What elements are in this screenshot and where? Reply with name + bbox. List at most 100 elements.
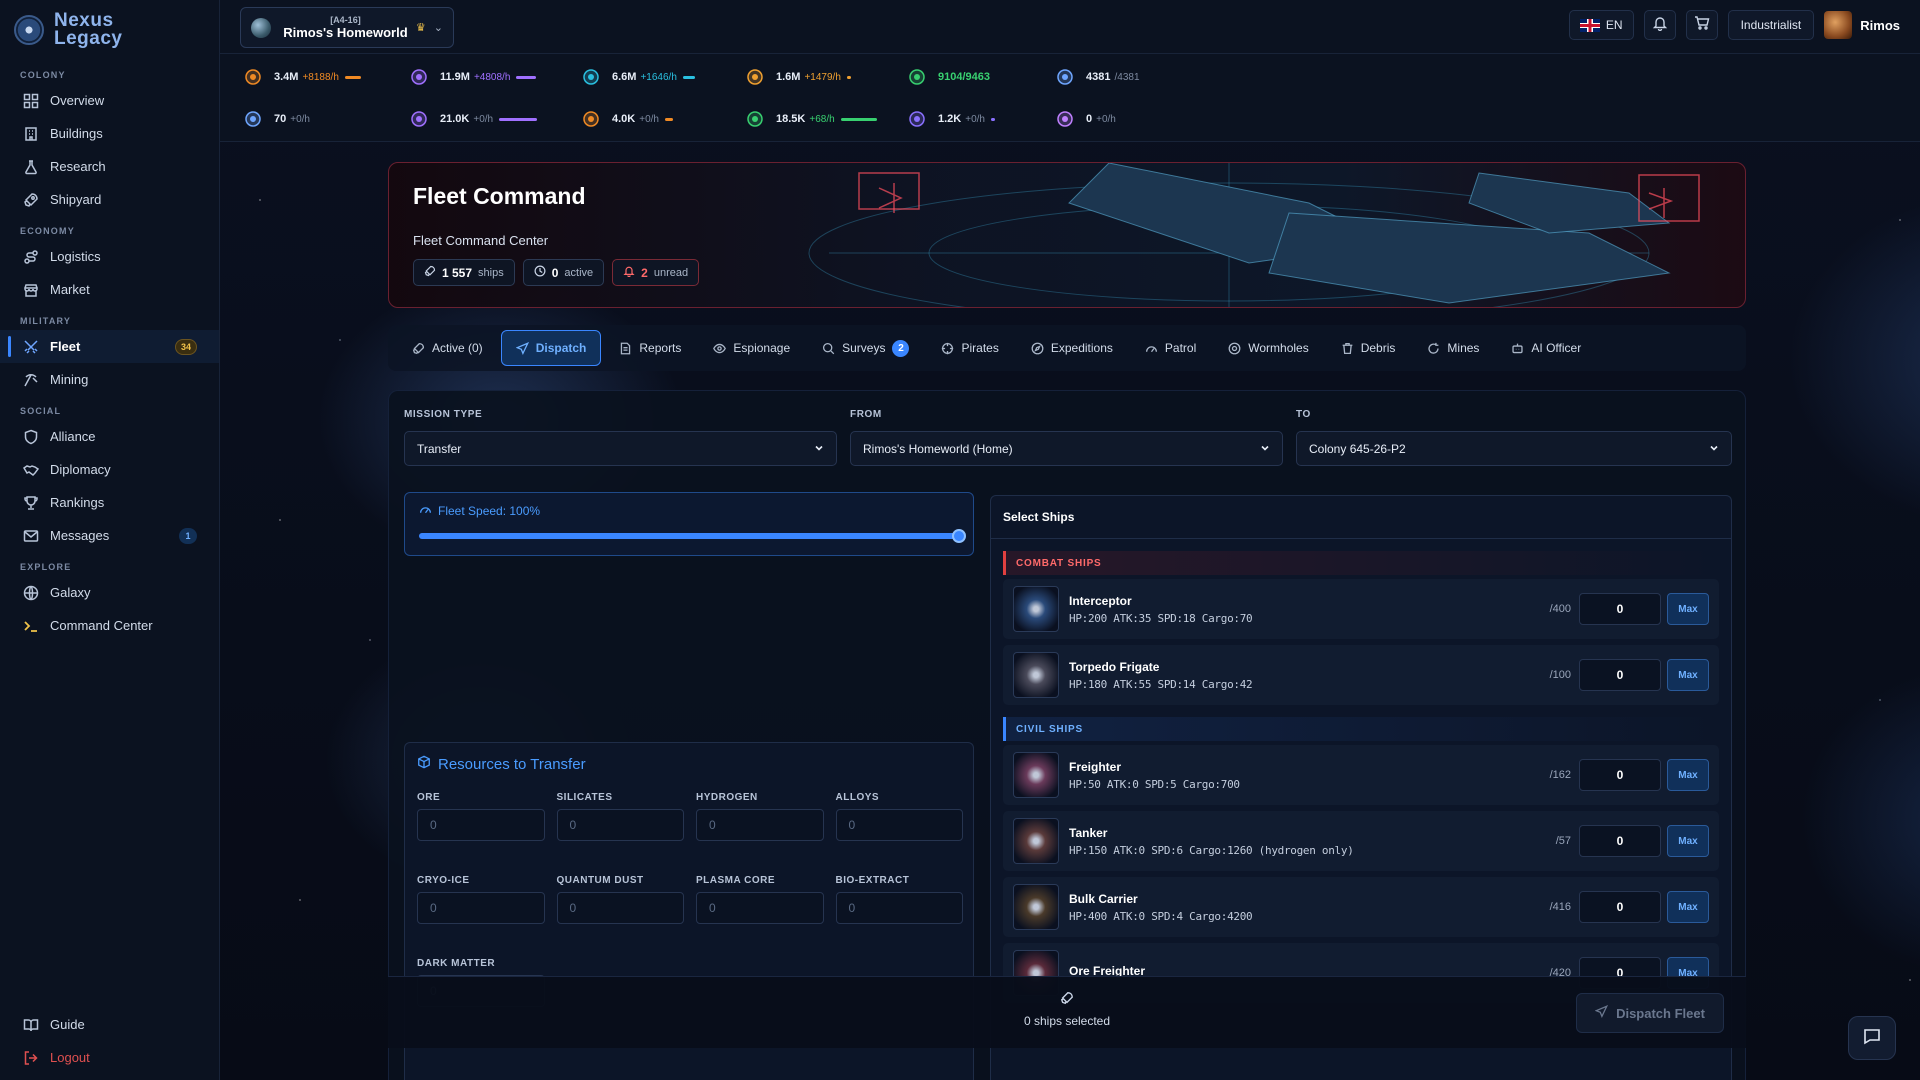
ore-icon	[242, 66, 264, 88]
notifications-button[interactable]	[1643, 10, 1676, 40]
unread-reports-chip[interactable]: 2 unread	[612, 259, 700, 286]
cryo-ice-input[interactable]: 0	[417, 892, 545, 924]
tab-surveys[interactable]: Surveys 2	[808, 330, 923, 366]
bio-extract-input[interactable]: 0	[835, 892, 963, 924]
sidebar-item-buildings[interactable]: Buildings	[0, 117, 219, 150]
from-select[interactable]: Rimos's Homeworld (Home)	[850, 431, 1283, 466]
ship-quantity-input[interactable]: 0	[1579, 593, 1661, 625]
alloys-input[interactable]: 0	[835, 809, 963, 841]
sidebar-item-messages[interactable]: Messages 1	[0, 519, 219, 552]
sidebar-item-galaxy[interactable]: Galaxy	[0, 576, 219, 609]
resource-field-silicates: SILICATES 0	[556, 785, 684, 868]
sidebar-item-logout[interactable]: Logout	[0, 1041, 219, 1074]
sidebar-item-mining[interactable]: Mining	[0, 363, 219, 396]
plasma-core-input[interactable]: 0	[696, 892, 824, 924]
tab-ai-officer[interactable]: AI Officer	[1497, 330, 1595, 366]
sidebar-item-diplomacy[interactable]: Diplomacy	[0, 453, 219, 486]
chat-button[interactable]	[1848, 1016, 1896, 1060]
sidebar-item-research[interactable]: Research	[0, 150, 219, 183]
resource-population[interactable]: 4381/4381	[1054, 65, 1146, 89]
tab-active[interactable]: Active (0)	[398, 330, 497, 366]
tab-mines[interactable]: Mines	[1413, 330, 1493, 366]
handshake-icon	[22, 461, 40, 479]
fleet-speed-slider[interactable]	[419, 529, 966, 543]
nav-section-explore: EXPLORE	[20, 562, 72, 572]
planet-selector[interactable]: [A4-16] Rimos's Homeworld ♛ ⌄	[240, 7, 454, 48]
globe-icon	[22, 584, 40, 602]
rocket-icon	[22, 191, 40, 209]
ship-quantity-input[interactable]: 0	[1579, 759, 1661, 791]
resource-dark-matter[interactable]: 1.2K +0/h	[906, 107, 995, 131]
silicates-input[interactable]: 0	[556, 809, 684, 841]
nav-section-economy: ECONOMY	[20, 226, 75, 236]
sidebar-item-logistics[interactable]: Logistics	[0, 240, 219, 273]
pickaxe-icon	[22, 371, 40, 389]
rank-title-button[interactable]: Industrialist	[1727, 10, 1815, 40]
resource-field-hydrogen: HYDROGEN 0	[696, 785, 824, 868]
username: Rimos	[1860, 17, 1900, 33]
resource-alloys[interactable]: 1.6M +1479/h	[744, 65, 851, 89]
sidebar-item-overview[interactable]: Overview	[0, 84, 219, 117]
tab-label: Expeditions	[1050, 341, 1113, 355]
resource-hydrogen[interactable]: 6.6M +1646/h	[580, 65, 695, 89]
tab-label: Debris	[1360, 341, 1396, 355]
max-button[interactable]: Max	[1667, 593, 1709, 625]
to-select[interactable]: Colony 645-26-P2	[1296, 431, 1732, 466]
resource-bio-extract[interactable]: 18.5K +68/h	[744, 107, 877, 131]
sidebar-item-label: Alliance	[50, 429, 96, 444]
tab-pirates[interactable]: Pirates	[927, 330, 1012, 366]
ships-selected-count: 0 ships selected	[1023, 1014, 1111, 1028]
resource-plasma-core[interactable]: 4.0K +0/h	[580, 107, 673, 131]
resource-ore[interactable]: 3.4M +8188/h	[242, 65, 361, 89]
tab-debris[interactable]: Debris	[1327, 330, 1410, 366]
tab-dispatch[interactable]: Dispatch	[500, 330, 602, 366]
from-value: Rimos's Homeworld (Home)	[863, 441, 1013, 456]
resource-rate: +8188/h	[302, 71, 339, 83]
resource-storage-bar	[516, 75, 537, 79]
tab-patrol[interactable]: Patrol	[1131, 330, 1210, 366]
tab-label: Pirates	[961, 341, 999, 355]
app-logo[interactable]: Nexus Legacy	[0, 0, 219, 60]
sidebar-item-rankings[interactable]: Rankings	[0, 486, 219, 519]
ship-quantity-input[interactable]: 0	[1579, 891, 1661, 923]
hydrogen-input[interactable]: 0	[696, 809, 824, 841]
sidebar-item-fleet[interactable]: Fleet 34	[0, 330, 219, 363]
max-button[interactable]: Max	[1667, 825, 1709, 857]
page-title: Fleet Command	[413, 183, 586, 209]
resource-cryo-ice[interactable]: 70 +0/h	[242, 107, 316, 131]
resource-exotic[interactable]: 0 +0/h	[1054, 107, 1122, 131]
tab-label: Dispatch	[535, 341, 587, 355]
dispatch-fleet-label: Dispatch Fleet	[1616, 1005, 1705, 1021]
resource-quantum-dust[interactable]: 21.0K +0/h	[408, 107, 538, 131]
dispatch-fleet-button[interactable]: Dispatch Fleet	[1576, 993, 1724, 1033]
sidebar-item-shipyard[interactable]: Shipyard	[0, 183, 219, 216]
user-menu[interactable]: Rimos	[1824, 11, 1900, 39]
sidebar-item-label: Market	[50, 282, 90, 297]
resource-amount: 3.4M	[274, 71, 299, 83]
tab-reports[interactable]: Reports	[605, 330, 695, 366]
tab-wormholes[interactable]: Wormholes	[1214, 330, 1322, 366]
sidebar-item-market[interactable]: Market	[0, 273, 219, 306]
resource-silicates[interactable]: 11.9M +4808/h	[408, 65, 537, 89]
sidebar-item-command-center[interactable]: Command Center	[0, 609, 219, 642]
logo-emblem-icon	[14, 15, 44, 45]
fleet-tabs: Active (0) Dispatch Reports Espionage Su…	[388, 325, 1746, 371]
max-button[interactable]: Max	[1667, 891, 1709, 923]
max-button[interactable]: Max	[1667, 659, 1709, 691]
ship-quantity-input[interactable]: 0	[1579, 659, 1661, 691]
mission-type-select[interactable]: Transfer	[404, 431, 837, 466]
slider-handle[interactable]	[952, 529, 966, 543]
ship-quantity-input[interactable]: 0	[1579, 825, 1661, 857]
unread-label: unread	[653, 266, 689, 279]
ore-input[interactable]: 0	[417, 809, 545, 841]
sidebar-item-guide[interactable]: Guide	[0, 1008, 219, 1041]
shop-button[interactable]	[1685, 10, 1718, 40]
tab-expeditions[interactable]: Expeditions	[1017, 330, 1127, 366]
resource-energy[interactable]: 9104/9463	[906, 65, 1000, 89]
tab-espionage[interactable]: Espionage	[699, 330, 804, 366]
quantum-dust-input[interactable]: 0	[556, 892, 684, 924]
language-selector[interactable]: EN	[1568, 10, 1634, 40]
max-button[interactable]: Max	[1667, 759, 1709, 791]
tab-label: Surveys	[842, 341, 886, 355]
sidebar-item-alliance[interactable]: Alliance	[0, 420, 219, 453]
